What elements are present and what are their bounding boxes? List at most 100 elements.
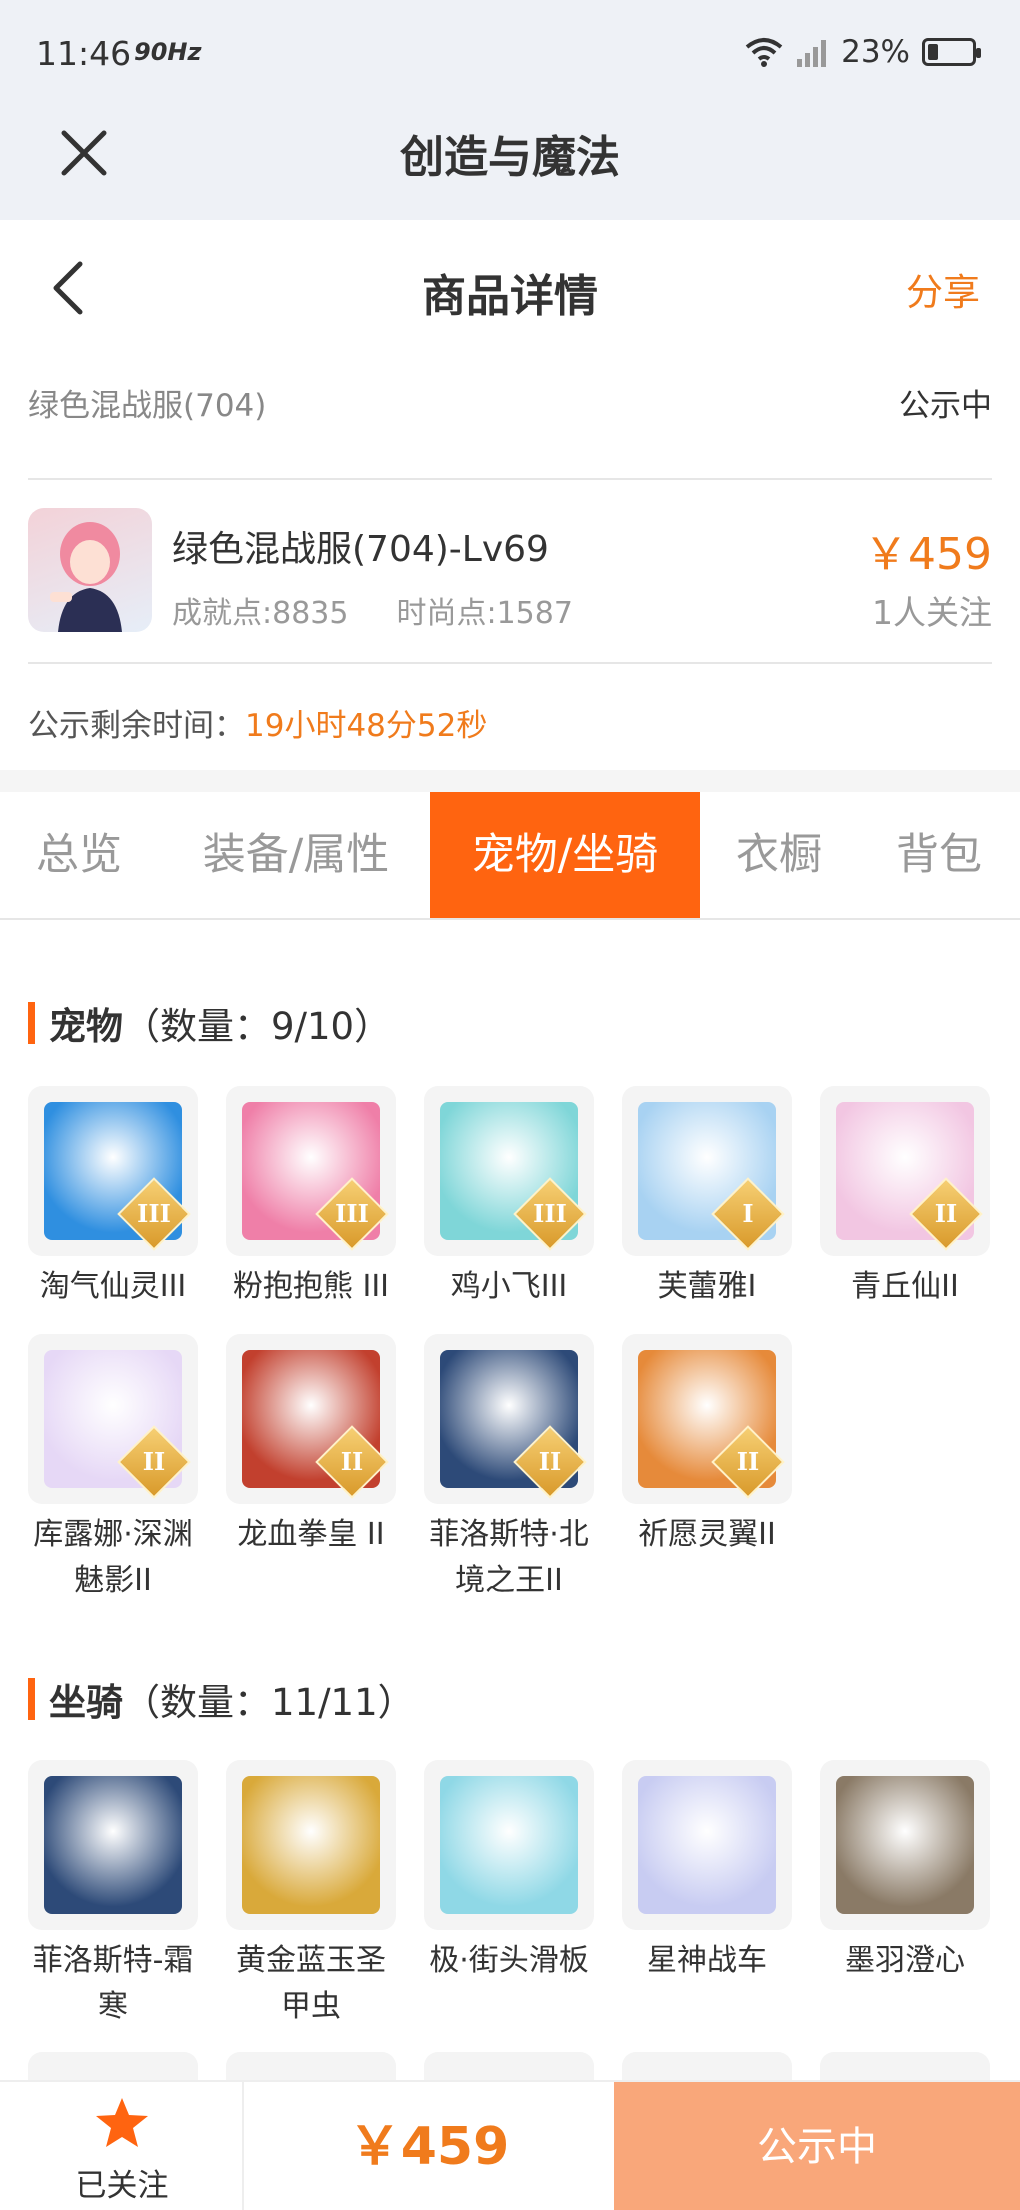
item-name: 星神战车 [647,1943,767,1978]
bottom-price: ￥459 [348,2117,510,2177]
item-thumbnail: III [424,1086,594,1256]
pet-item[interactable]: I 芙蕾雅I [622,1086,792,1310]
star-icon [96,2098,148,2147]
bottom-bar: 已关注 ￥459 公示中 [0,2080,1020,2210]
status-time: 11:46 [36,34,132,73]
item-thumbnail: II [28,1334,198,1504]
item-image [836,1776,974,1914]
item-name: 菲洛斯特-霜寒 [32,1943,194,2024]
pet-item[interactable]: II 菲洛斯特·北境之王II [424,1334,594,1604]
pet-item[interactable]: III 淘气仙灵III [28,1086,198,1310]
share-button[interactable]: 分享 [906,262,980,316]
pets-title: 宠物 [49,1005,123,1048]
tier-label: II [142,1447,166,1476]
pet-item[interactable]: II 龙血拳皇 II [226,1334,396,1558]
mount-item[interactable]: 极·街头滑板 [424,1760,594,1984]
mount-item[interactable]: 菲洛斯特-霜寒 [28,1760,198,2030]
pet-item[interactable]: II 祈愿灵翼II [622,1334,792,1558]
follow-label: 已关注 [75,2168,169,2204]
character-avatar [28,508,152,632]
section-marker [28,1002,35,1044]
item-name: 青丘仙II [851,1269,959,1304]
list-item[interactable] [226,2052,396,2082]
fashion-points: 时尚点:1587 [396,596,573,631]
list-item[interactable] [28,2052,198,2082]
battery-percent: 23% [841,34,910,70]
pet-item[interactable]: II 库露娜·深渊魅影II [28,1334,198,1604]
battery-icon [922,38,981,66]
item-name: 极·街头滑板 [429,1943,589,1978]
item-thumbnail [424,1760,594,1930]
pet-item[interactable]: II 青丘仙II [820,1086,990,1310]
countdown-value: 19小时48分52秒 [245,708,488,744]
app-title: 创造与魔法 [400,132,620,183]
item-name: 菲洛斯特·北境之王II [429,1517,589,1598]
item-name: 淘气仙灵III [39,1269,187,1304]
item-thumbnail [820,1760,990,1930]
mounts-count: （数量：11/11） [123,1681,415,1724]
tab-backpack[interactable]: 背包 [872,792,1006,918]
tab-overview[interactable]: 总览 [14,792,144,918]
divider [28,662,992,664]
achievement-points: 成就点:8835 [172,596,349,631]
wifi-icon [745,38,783,67]
item-thumbnail: I [622,1086,792,1256]
mounts-title: 坐骑 [49,1681,123,1724]
item-name: 鸡小飞III [450,1269,568,1304]
product-stats: 成就点:8835 时尚点:1587 [172,588,573,632]
public-status-button[interactable]: 公示中 [614,2082,1020,2210]
mount-item[interactable]: 星神战车 [622,1760,792,1984]
section-gap [0,770,1020,792]
tab-wardrobe[interactable]: 衣橱 [712,792,846,918]
follow-button[interactable]: 已关注 [0,2082,244,2210]
item-name: 粉抱抱熊 III [232,1269,390,1304]
item-thumbnail: III [226,1086,396,1256]
tier-label: II [340,1447,364,1476]
item-image [638,1776,776,1914]
tier-label: II [538,1447,562,1476]
listing-row: 绿色混战服(704) 公示中 [28,380,992,440]
page-title: 商品详情 [422,271,598,322]
tier-label: II [934,1199,958,1228]
listing-status: 公示中 [899,388,992,424]
item-thumbnail [226,1760,396,1930]
item-name: 龙血拳皇 II [237,1517,385,1552]
follower-count: 1人关注 [872,593,992,632]
tier-label: I [742,1199,754,1228]
pet-item[interactable]: III 鸡小飞III [424,1086,594,1310]
list-item[interactable] [622,2052,792,2082]
listing-name: 绿色混战服(704) [28,388,267,424]
signal-icon [797,40,827,67]
item-image [242,1776,380,1914]
pets-count: （数量：9/10） [123,1005,392,1048]
status-bar: 11:46 90Hz 23% [0,0,1020,105]
item-name: 墨羽澄心 [845,1943,965,1978]
product-title: 绿色混战服(704)-Lv69 [172,529,549,570]
item-image [44,1776,182,1914]
item-name: 祈愿灵翼II [638,1517,776,1552]
item-thumbnail: II [820,1086,990,1256]
tier-label: III [137,1199,171,1228]
refresh-rate: 90Hz [134,38,202,66]
tab-pets-mounts[interactable]: 宠物/坐骑 [430,792,700,918]
section-marker [28,1678,35,1720]
tier-label: III [335,1199,369,1228]
mount-item[interactable]: 墨羽澄心 [820,1760,990,1984]
product-card[interactable]: 绿色混战服(704)-Lv69 成就点:8835 时尚点:1587 ￥459 1人… [28,508,992,636]
status-icons: 23% [745,34,981,70]
tab-equipment[interactable]: 装备/属性 [178,792,414,918]
list-item[interactable] [820,2052,990,2082]
app-header: 创造与魔法 [0,105,1020,220]
item-name: 芙蕾雅I [657,1269,757,1304]
pet-item[interactable]: III 粉抱抱熊 III [226,1086,396,1310]
page-header: 商品详情 分享 [0,220,1020,360]
item-image [440,1776,578,1914]
list-item[interactable] [424,2052,594,2082]
mount-item[interactable]: 黄金蓝玉圣甲虫 [226,1760,396,2030]
tier-label: III [533,1199,567,1228]
countdown: 公示剩余时间：19小时48分52秒 [28,700,487,745]
item-thumbnail: III [28,1086,198,1256]
mounts-section-title: 坐骑 （数量：11/11） [28,1672,415,1726]
item-thumbnail [28,1760,198,1930]
item-name: 黄金蓝玉圣甲虫 [236,1943,386,2024]
